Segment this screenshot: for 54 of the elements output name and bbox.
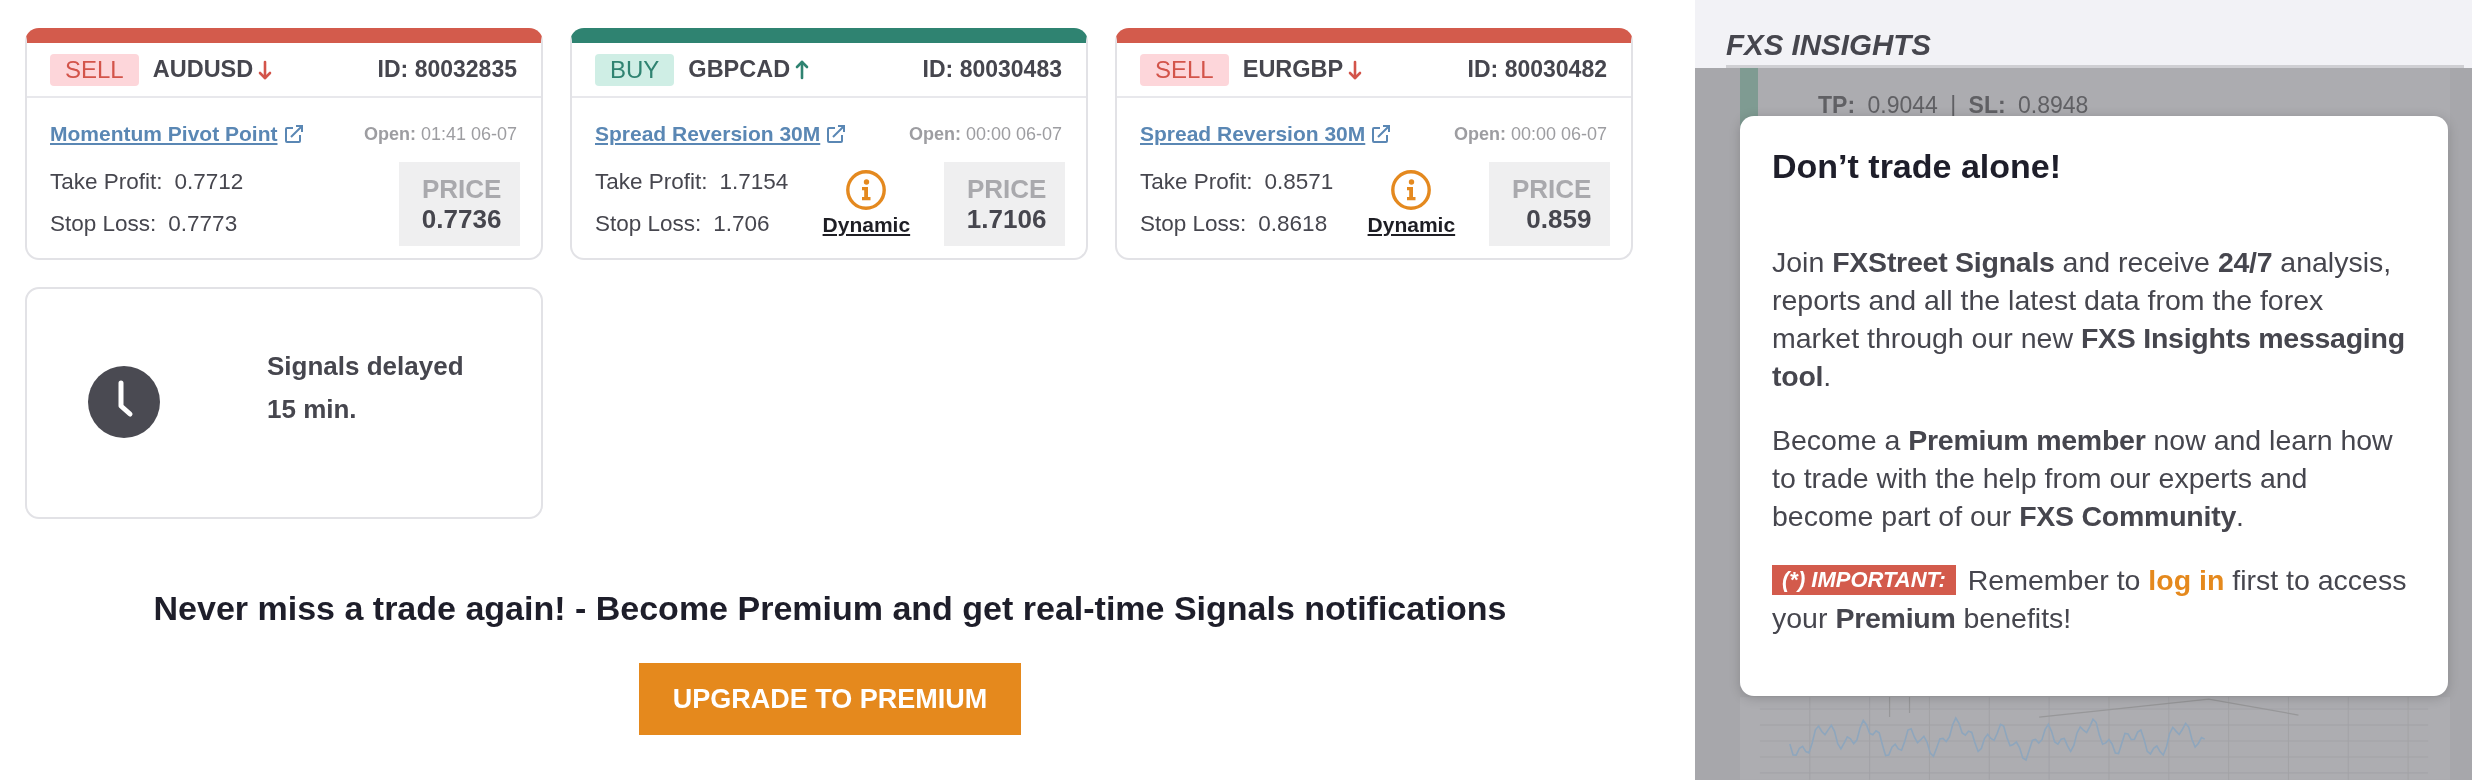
login-reminder-text: (*) IMPORTANT: Remember to log in first to access your Premium benefits!	[1772, 563, 2408, 636]
side-badge: SELL	[50, 53, 139, 86]
price-label: PRICE	[966, 174, 1047, 204]
promo-headline: Never miss a trade again! - Become Premium and get real-time Signals notifications	[153, 589, 1507, 627]
side-badge: BUY	[595, 53, 675, 86]
take-profit-value: 0.7712	[174, 168, 244, 196]
price-value: 0.7736	[421, 204, 502, 234]
arrow-up-icon	[795, 59, 810, 80]
login-link[interactable]: log in	[2148, 564, 2225, 596]
open-time: Open: 00:00 06-07	[1453, 123, 1607, 145]
clock-icon	[88, 366, 160, 438]
important-badge: (*) IMPORTANT:	[1772, 565, 1956, 595]
dynamic-link[interactable]: Dynamic	[1367, 210, 1456, 240]
modal-paragraph: Join FXStreet Signals and receive 24/7 analysis, reports and all the latest data from the forex market through our new FXS Insights messaging tool.	[1772, 245, 2406, 394]
dynamic-link[interactable]: Dynamic	[822, 210, 911, 240]
stop-loss-value: 1.706	[713, 210, 770, 238]
strategy-link[interactable]: Momentum Pivot Point	[50, 122, 278, 146]
price-label: PRICE	[421, 174, 502, 204]
signal-id: ID: 80032835	[377, 56, 517, 83]
stop-loss-label: Stop Loss:	[1140, 210, 1247, 238]
open-time: Open: 01:41 06-07	[363, 123, 517, 145]
side-badge: SELL	[1140, 53, 1229, 86]
take-profit-label: Take Profit:	[50, 168, 163, 196]
stop-loss-value: 0.8618	[1258, 210, 1328, 238]
signal-id: ID: 80030483	[922, 56, 1062, 83]
price-value: 0.859	[1526, 204, 1592, 234]
currency-pair: EURGBP	[1242, 56, 1344, 83]
open-time: Open: 00:00 06-07	[908, 123, 1062, 145]
take-profit-value: 0.8571	[1264, 168, 1334, 196]
price-label: PRICE	[1511, 174, 1592, 204]
take-profit-value: 1.7154	[719, 168, 789, 196]
panel-title: FXS INSIGHTS	[1726, 28, 1931, 62]
info-icon	[1391, 170, 1432, 210]
modal-title: Don’t trade alone!	[1772, 146, 2063, 187]
external-link-icon[interactable]	[1372, 125, 1391, 143]
take-profit-label: Take Profit:	[595, 168, 708, 196]
external-link-icon[interactable]	[284, 125, 303, 143]
strategy-link[interactable]: Spread Reversion 30M	[595, 122, 821, 146]
info-icon	[846, 170, 887, 210]
upgrade-button[interactable]: UPGRADE TO PREMIUM	[638, 663, 1022, 735]
currency-pair: GBPCAD	[688, 56, 791, 83]
stop-loss-value: 0.7773	[168, 210, 238, 238]
take-profit-label: Take Profit:	[1140, 168, 1253, 196]
price-value: 1.7106	[966, 204, 1047, 234]
arrow-down-icon	[1348, 59, 1363, 80]
stop-loss-label: Stop Loss:	[50, 210, 157, 238]
strategy-link[interactable]: Spread Reversion 30M	[1140, 122, 1366, 146]
external-link-icon[interactable]	[827, 125, 846, 143]
arrow-down-icon	[258, 59, 273, 80]
stop-loss-label: Stop Loss:	[595, 210, 702, 238]
currency-pair: AUDUSD	[152, 56, 254, 83]
signal-id: ID: 80030482	[1467, 56, 1607, 83]
modal-paragraph: Become a Premium member now and learn how to trade with the help from our experts and become part of our FXS Community.	[1772, 423, 2394, 534]
delay-notice-text: Signals delayed 15 min.	[267, 350, 465, 426]
